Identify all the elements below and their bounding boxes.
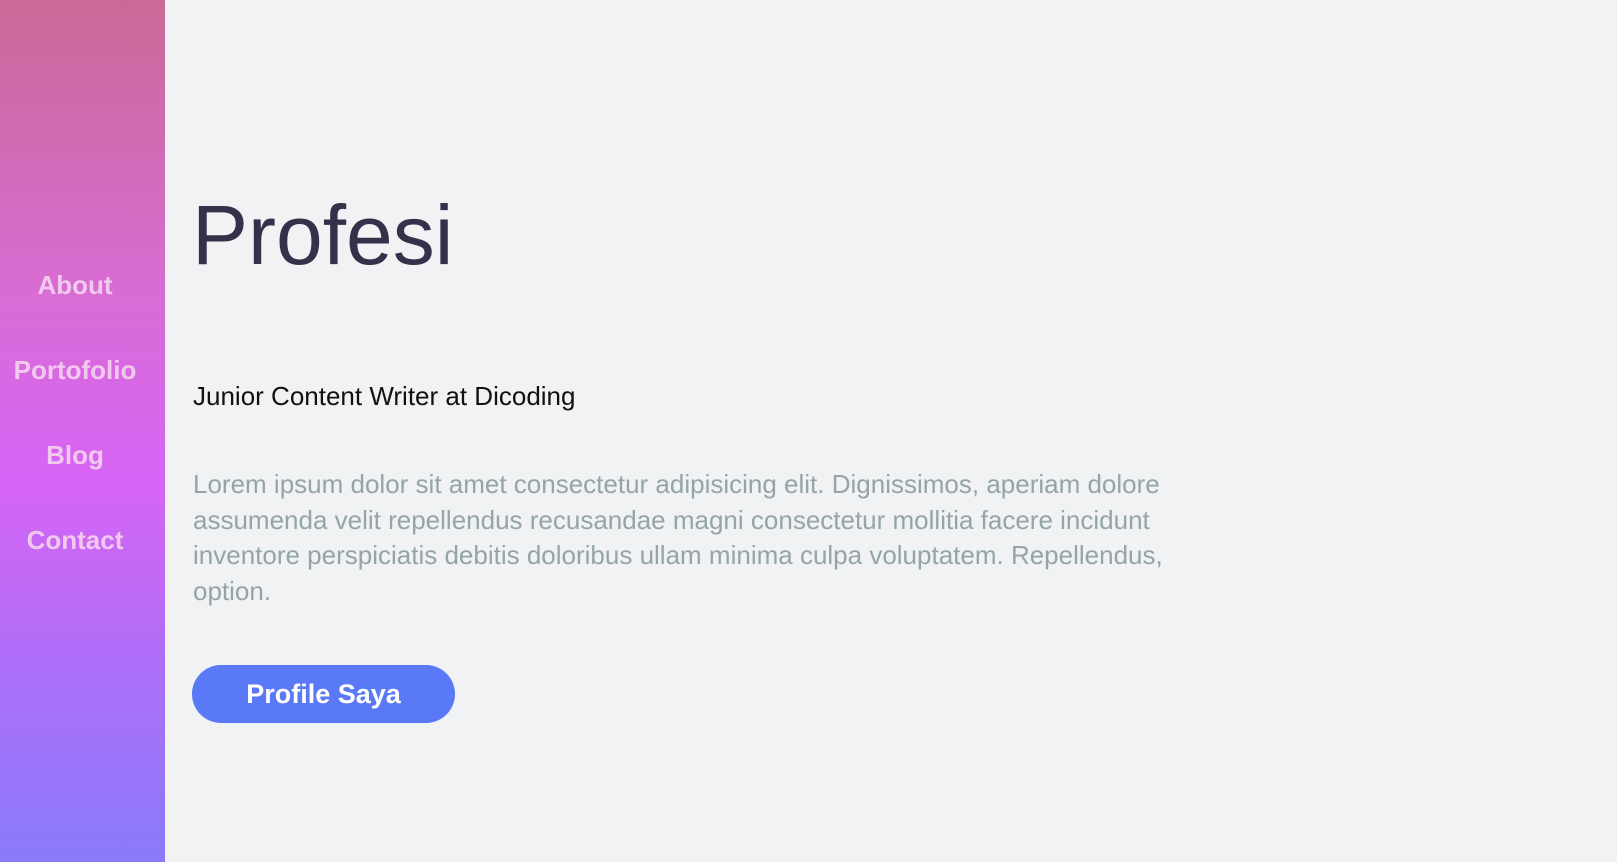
- nav-item-blog[interactable]: Blog: [46, 432, 104, 517]
- nav-item-portofolio[interactable]: Portofolio: [14, 347, 137, 432]
- page: About Portofolio Blog Contact Profesi Ju…: [0, 0, 1617, 862]
- nav-item-contact[interactable]: Contact: [27, 517, 124, 602]
- profile-button[interactable]: Profile Saya: [192, 665, 455, 723]
- page-title: Profesi: [192, 188, 454, 282]
- job-title: Junior Content Writer at Dicoding: [193, 381, 576, 411]
- nav-item-about[interactable]: About: [37, 262, 112, 347]
- description-text: Lorem ipsum dolor sit amet consectetur a…: [193, 469, 1163, 606]
- sidebar: About Portofolio Blog Contact: [0, 0, 165, 862]
- sidebar-nav: About Portofolio Blog Contact: [0, 262, 150, 602]
